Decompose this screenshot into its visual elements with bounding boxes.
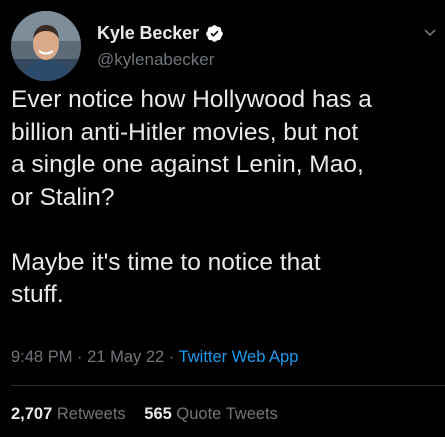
- avatar[interactable]: [11, 11, 81, 81]
- quote-tweets-stat[interactable]: 565 Quote Tweets: [144, 405, 278, 423]
- tweet-text: Ever notice how Hollywood has a billion …: [11, 86, 372, 308]
- quote-tweets-label: Quote Tweets: [176, 405, 278, 423]
- author-handle[interactable]: @kylenabecker: [97, 50, 214, 70]
- more-options-icon[interactable]: [423, 26, 437, 42]
- tweet-stats: 2,707 Retweets 565 Quote Tweets: [11, 405, 278, 424]
- tweet-source-link[interactable]: Twitter Web App: [179, 348, 299, 366]
- retweets-label: Retweets: [56, 405, 126, 423]
- meta-separator: ·: [77, 348, 83, 366]
- divider: [11, 385, 445, 386]
- quote-tweets-count: 565: [144, 405, 172, 423]
- retweets-stat[interactable]: 2,707 Retweets: [11, 405, 126, 423]
- tweet-card: Kyle Becker @kylenabecker Ever notice ho…: [0, 0, 445, 437]
- tweet-time[interactable]: 9:48 PM: [11, 348, 72, 366]
- author-display-name[interactable]: Kyle Becker: [97, 23, 199, 44]
- verified-badge-icon: [205, 24, 224, 43]
- tweet-date[interactable]: 21 May 22: [87, 348, 164, 366]
- retweets-count: 2,707: [11, 405, 53, 423]
- tweet-meta: 9:48 PM · 21 May 22 · Twitter Web App: [11, 348, 298, 367]
- author-name-row: Kyle Becker: [97, 23, 224, 44]
- profile-photo-icon: [11, 11, 81, 81]
- meta-separator: ·: [168, 348, 175, 366]
